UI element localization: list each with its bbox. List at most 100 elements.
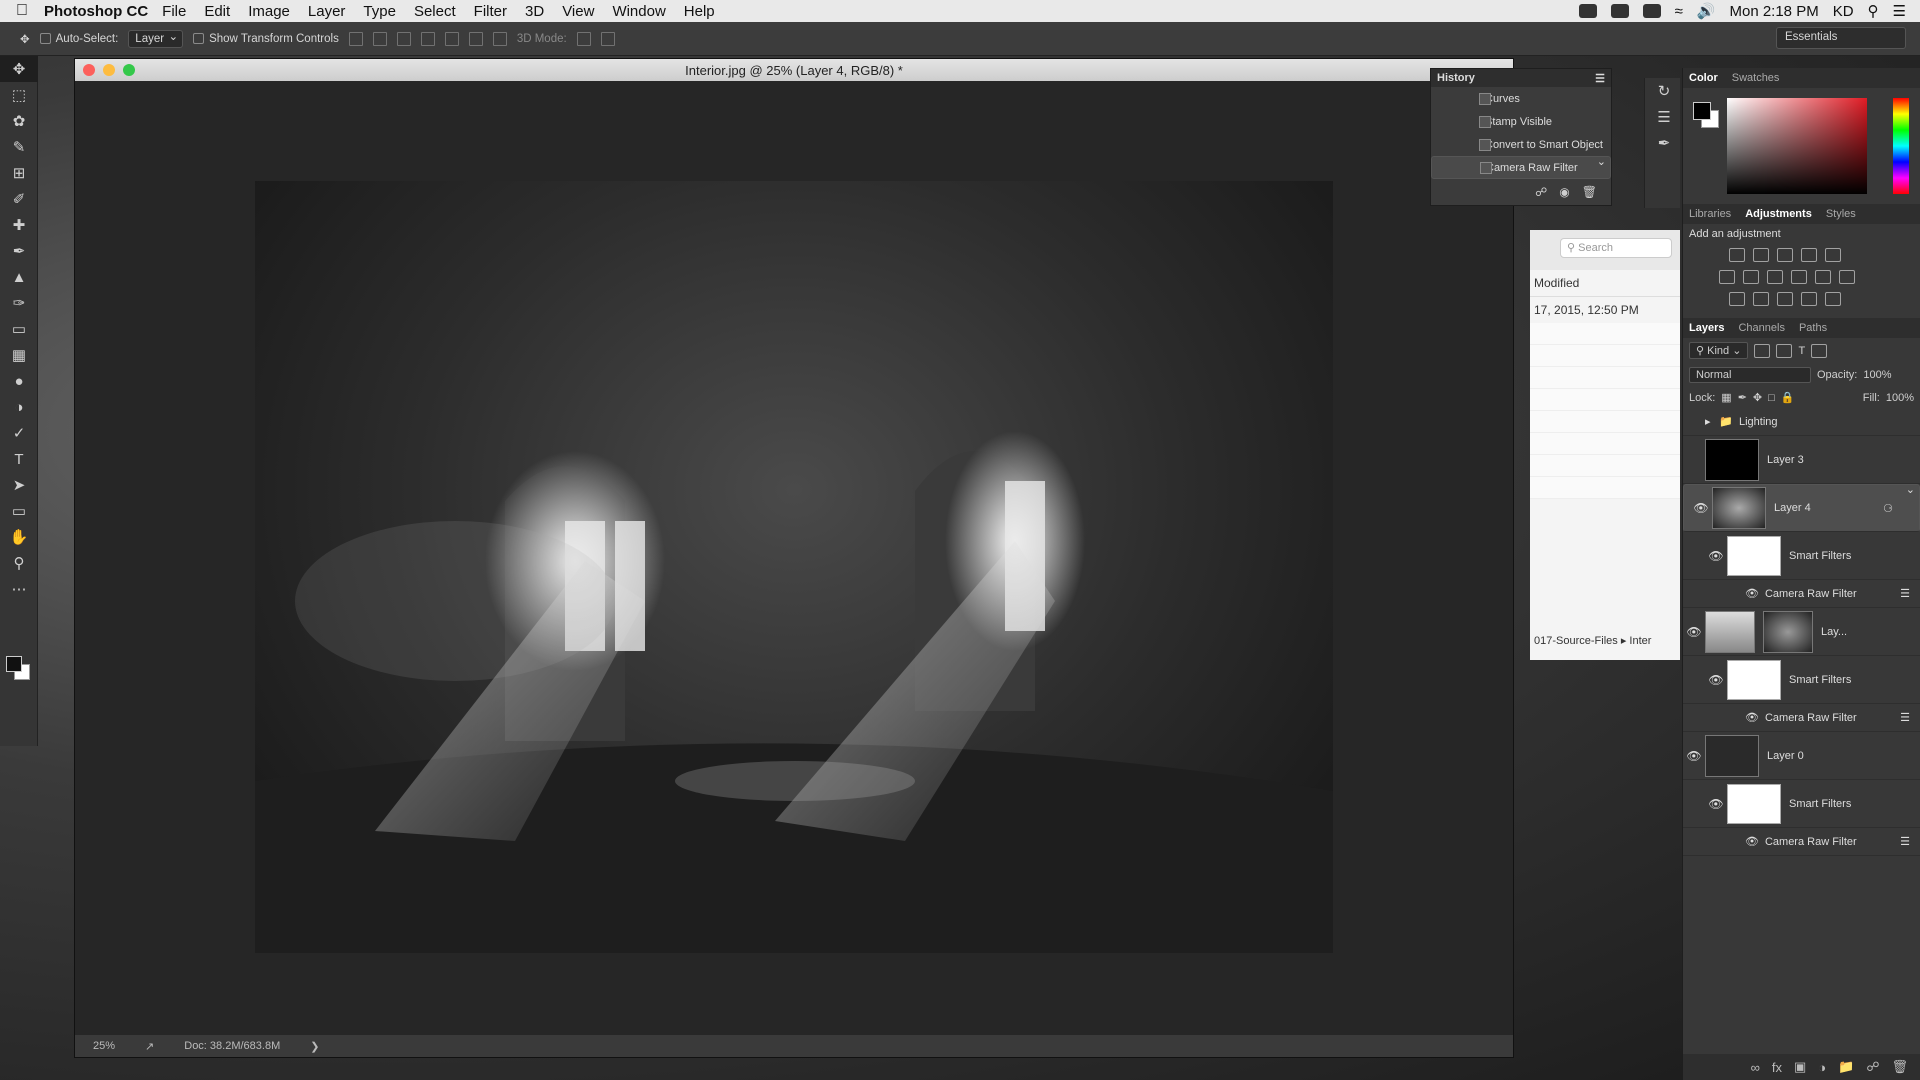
history-item[interactable]: Curves [1431, 87, 1611, 110]
camera-raw-filter-row[interactable]: 👁 Camera Raw Filter ☰ [1683, 580, 1920, 608]
new-document-icon[interactable]: ☍ [1535, 185, 1547, 199]
zoom-level[interactable]: 25% [93, 1040, 115, 1052]
camera-raw-filter-row[interactable]: 👁 Camera Raw Filter ☰ [1683, 828, 1920, 856]
tab-channels[interactable]: Channels [1738, 322, 1784, 334]
new-layer-icon[interactable]: ☍ [1866, 1059, 1879, 1075]
eye-icon[interactable]: 👁 [1745, 711, 1759, 724]
auto-select-dropdown[interactable]: Layer [128, 29, 184, 48]
align-center-icon[interactable] [444, 31, 459, 46]
more-tools-icon[interactable]: ⋯ [0, 576, 38, 602]
blur-tool-icon[interactable]: ● [0, 368, 38, 394]
layer-row-selected[interactable]: 👁 Layer 4 ⚆ [1683, 483, 1920, 532]
delete-layer-icon[interactable]: 🗑 [1891, 1059, 1908, 1075]
tab-swatches[interactable]: Swatches [1732, 72, 1780, 84]
filter-type-icon[interactable]: T [1798, 345, 1805, 357]
history-item[interactable]: Stamp Visible [1431, 110, 1611, 133]
opacity-value[interactable]: 100% [1863, 369, 1891, 381]
brightness-icon[interactable] [1729, 248, 1745, 262]
gradient-tool-icon[interactable]: ▦ [0, 342, 38, 368]
lasso-tool-icon[interactable]: ✿ [0, 108, 38, 134]
eraser-tool-icon[interactable]: ▭ [0, 316, 38, 342]
threshold-icon[interactable] [1777, 292, 1793, 306]
disclosure-icon[interactable]: ▸ [1705, 415, 1719, 428]
color-lookup-icon[interactable] [1839, 270, 1855, 284]
status-arrow-icon[interactable]: ❯ [310, 1040, 319, 1053]
align-left-icon[interactable] [420, 31, 435, 46]
lock-transparent-icon[interactable]: ▦ [1721, 391, 1731, 404]
invert-icon[interactable] [1729, 292, 1745, 306]
path-select-tool-icon[interactable]: ➤ [0, 472, 38, 498]
finder-search-field[interactable]: ⚲ Search [1560, 238, 1672, 258]
list-icon[interactable]: ☰ [1893, 2, 1906, 20]
posterize-icon[interactable] [1753, 292, 1769, 306]
finder-date[interactable]: 17, 2015, 12:50 PM [1530, 297, 1680, 323]
foreground-color-chip[interactable] [1693, 102, 1711, 120]
crop-tool-icon[interactable]: ⊞ [0, 160, 38, 186]
menu-image[interactable]: Image [248, 3, 290, 20]
distribute-icon[interactable] [492, 31, 507, 46]
filter-options-icon[interactable]: ☰ [1900, 587, 1920, 600]
pen-tool-icon[interactable]: ✓ [0, 420, 38, 446]
add-mask-icon[interactable]: ▣ [1794, 1059, 1806, 1075]
menu-type[interactable]: Type [363, 3, 396, 20]
lock-position-icon[interactable]: ✥ [1753, 391, 1762, 404]
move-tool-icon[interactable]: ✥ [0, 56, 38, 82]
eye-icon[interactable]: 👁 [1705, 673, 1727, 687]
filter-adjustment-icon[interactable] [1776, 343, 1793, 358]
eyedropper-tool-icon[interactable]: ✐ [0, 186, 38, 212]
adjustment-layer-icon[interactable]: ◑ [1818, 1060, 1826, 1075]
minimize-icon[interactable] [103, 64, 115, 76]
finder-path-bar[interactable]: 017-Source-Files ▸ Inter [1530, 630, 1680, 651]
hue-slider[interactable] [1893, 98, 1909, 194]
menu-3d[interactable]: 3D [525, 3, 544, 20]
filter-options-icon[interactable]: ☰ [1900, 835, 1920, 848]
auto-select-checkbox[interactable]: Auto-Select: [39, 33, 118, 45]
color-picker[interactable] [1683, 88, 1920, 204]
hue-saturation-icon[interactable] [1719, 270, 1735, 284]
layer-row[interactable]: 👁 Layer 0 [1683, 732, 1920, 780]
creative-cloud-icon[interactable] [1642, 4, 1661, 18]
vibrance-icon[interactable] [1825, 248, 1841, 262]
photo-filter-icon[interactable] [1791, 270, 1807, 284]
eye-icon[interactable]: 👁 [1683, 749, 1705, 763]
color-balance-icon[interactable] [1743, 270, 1759, 284]
lock-all-icon[interactable]: 🔒 [1781, 391, 1795, 404]
apple-icon[interactable]:  [0, 2, 44, 20]
levels-icon[interactable] [1753, 248, 1769, 262]
menu-filter[interactable]: Filter [474, 3, 507, 20]
history-item[interactable]: Convert to Smart Object [1431, 133, 1611, 156]
menu-view[interactable]: View [562, 3, 594, 20]
dodge-tool-icon[interactable]: ◑ [0, 394, 38, 420]
menu-select[interactable]: Select [414, 3, 456, 20]
3d-rotate-icon[interactable] [576, 31, 591, 46]
layer-group-lighting[interactable]: ▸ 📁 Lighting [1683, 408, 1920, 436]
tab-layers[interactable]: Layers [1689, 322, 1724, 334]
eye-icon[interactable]: 👁 [1683, 625, 1705, 639]
filter-pixel-icon[interactable] [1754, 343, 1771, 358]
zoom-window-icon[interactable] [123, 64, 135, 76]
hand-tool-icon[interactable]: ✋ [0, 524, 38, 550]
zoom-tool-icon[interactable]: ⚲ [0, 550, 38, 576]
tab-adjustments[interactable]: Adjustments [1745, 208, 1812, 220]
wifi-icon[interactable]: ≈ [1675, 3, 1683, 20]
smart-filters-row[interactable]: 👁 Smart Filters [1683, 656, 1920, 704]
trash-icon[interactable]: 🗑 [1582, 185, 1597, 199]
color-field[interactable] [1727, 98, 1867, 194]
user-name[interactable]: KD [1833, 3, 1854, 20]
app-menu[interactable]: Photoshop CC [44, 3, 148, 20]
camera-icon[interactable] [1578, 4, 1597, 18]
healing-tool-icon[interactable]: ✚ [0, 212, 38, 238]
tab-styles[interactable]: Styles [1826, 208, 1856, 220]
foreground-color-swatch[interactable] [6, 656, 22, 672]
menu-file[interactable]: File [162, 3, 186, 20]
eye-icon[interactable]: 👁 [1690, 501, 1712, 515]
menu-help[interactable]: Help [684, 3, 715, 20]
brush-tool-icon[interactable]: ✒ [0, 238, 38, 264]
gradient-map-icon[interactable] [1825, 292, 1841, 306]
move-tool-icon[interactable]: ✥ [20, 32, 30, 46]
quick-select-tool-icon[interactable]: ✎ [0, 134, 38, 160]
layer-row[interactable]: 👁 Lay... [1683, 608, 1920, 656]
brush-panel-icon[interactable]: ✒ [1645, 130, 1683, 156]
history-item-selected[interactable]: Camera Raw Filter [1431, 155, 1611, 179]
selective-color-icon[interactable] [1801, 292, 1817, 306]
